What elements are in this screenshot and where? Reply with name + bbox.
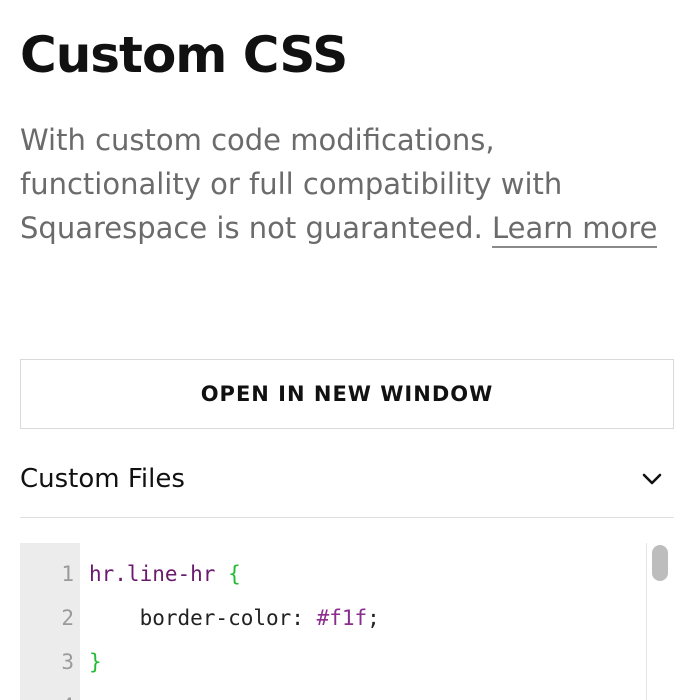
open-brace: {: [228, 562, 241, 586]
learn-more-link[interactable]: Learn more: [492, 211, 658, 248]
custom-files-label: Custom Files: [20, 463, 185, 494]
custom-css-panel: Custom CSS With custom code modification…: [0, 0, 692, 700]
compatibility-notice: With custom code modifications, function…: [20, 118, 660, 250]
open-in-new-window-button[interactable]: OPEN IN NEW WINDOW: [20, 359, 674, 429]
code-text: hr.line-hr {: [89, 552, 241, 596]
css-selector: hr.line-hr: [89, 562, 216, 586]
code-line: 3 }: [20, 640, 640, 684]
css-colon: :: [291, 606, 317, 630]
page-title: Custom CSS: [20, 26, 348, 84]
close-brace: }: [89, 650, 102, 674]
chevron-down-icon: [642, 473, 662, 484]
code-line: 4: [20, 684, 640, 700]
line-number: 1: [61, 562, 74, 586]
notice-text: With custom code modifications, function…: [20, 123, 563, 245]
custom-files-toggle[interactable]: Custom Files: [20, 440, 674, 518]
css-value: #f1f: [316, 606, 368, 630]
code-line: 1 hr.line-hr {: [20, 552, 640, 596]
code-text: }: [89, 640, 102, 684]
editor-scrollbar-thumb[interactable]: [652, 545, 668, 581]
css-code-editor[interactable]: 1 hr.line-hr { 2 border-color: #f1f; 3 }…: [20, 543, 674, 700]
css-semicolon: ;: [367, 606, 380, 630]
css-property: border-color: [139, 606, 292, 630]
code-text: border-color: #f1f;: [89, 596, 380, 640]
code-line: 2 border-color: #f1f;: [20, 596, 640, 640]
line-number: 2: [61, 606, 74, 630]
line-number: 4: [20, 684, 74, 700]
line-number: 3: [61, 650, 74, 674]
